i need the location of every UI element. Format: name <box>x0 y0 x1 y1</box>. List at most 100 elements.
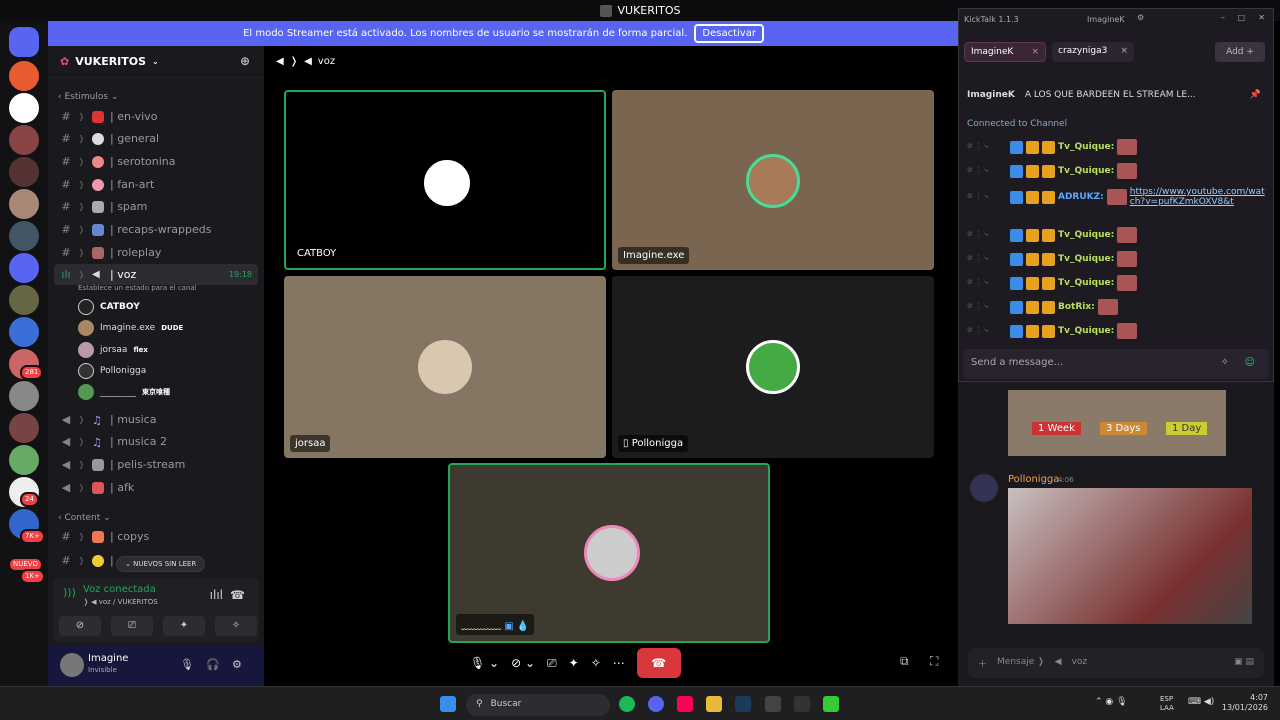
new-unread-button[interactable]: ⌄ NUEVOS SIN LEER <box>116 556 206 572</box>
pin-icon[interactable]: 📌 <box>1250 90 1261 100</box>
add-member-icon[interactable]: ⊕ <box>240 54 250 68</box>
folder-icon[interactable] <box>706 696 722 712</box>
chat-message[interactable]: ⊘ ⋮ ⤷ ADRUKZ: https://www.youtube.com/watc… <box>967 187 1267 207</box>
chat-message[interactable]: ⊘ ⋮ ⤷ Tv_Quique: <box>967 227 1267 243</box>
voice-channel-item[interactable]: ◀ ❭ ♫ | musica <box>54 409 258 430</box>
server-icon[interactable] <box>9 157 39 187</box>
author-avatar[interactable] <box>970 474 998 502</box>
deactivate-button[interactable]: Desactivar <box>694 24 764 43</box>
message-actions-icon[interactable]: ⊘ ⋮ ⤷ <box>967 166 1007 176</box>
windows-start-icon[interactable] <box>440 696 456 712</box>
popout-icon[interactable]: ⧉ <box>900 654 909 669</box>
chat-message[interactable]: ⊘ ⋮ ⤷ Tv_Quique: <box>967 275 1267 291</box>
server-icon[interactable] <box>9 285 39 315</box>
message-actions-icon[interactable]: ⊘ ⋮ ⤷ <box>967 192 1007 202</box>
gear-icon[interactable]: ⚙ <box>1137 13 1144 22</box>
taskbar-search[interactable]: ⚲ Buscar <box>466 694 610 716</box>
close-icon[interactable]: × <box>1031 47 1039 57</box>
chat-message[interactable]: ⊘ ⋮ ⤷ Tv_Quique: <box>967 323 1267 339</box>
message-actions-icon[interactable]: ⊘ ⋮ ⤷ <box>967 254 1007 264</box>
noise-suppression-icon[interactable]: ılıl <box>210 588 223 602</box>
voice-user[interactable]: ﹏﹏﹏﹏ 東京喰種 <box>78 382 170 402</box>
voice-user[interactable]: Pollonigga <box>78 361 146 381</box>
language-indicator[interactable]: ESP LAA <box>1160 695 1174 713</box>
microphone-icon[interactable]: 🎙 <box>180 658 194 671</box>
chat-message[interactable]: ⊘ ⋮ ⤷ BotRix: <box>967 299 1267 315</box>
maximize-icon[interactable]: □ <box>1237 13 1245 22</box>
soundboard-button[interactable]: ✧ <box>215 616 257 636</box>
participant-tile[interactable]: ▯ Pollonigga <box>612 276 934 458</box>
server-icon[interactable] <box>9 221 39 251</box>
plus-icon[interactable]: ＋ <box>978 657 987 670</box>
message-input[interactable]: Send a message... ✧ ☺ <box>963 349 1269 379</box>
close-icon[interactable]: × <box>1120 46 1128 56</box>
soundboard-icon[interactable]: ✧ <box>591 656 601 670</box>
headphones-icon[interactable]: 🎧 <box>206 658 220 671</box>
participant-tile[interactable]: ﹏﹏﹏﹏ ▣ 💧 <box>448 463 770 643</box>
tray-icons[interactable]: ⌃ ◉ 🎙 <box>1095 697 1128 707</box>
more-icon[interactable]: ⋯ <box>613 656 625 670</box>
activities-icon[interactable]: ✦ <box>569 656 579 670</box>
server-icon[interactable] <box>9 445 39 475</box>
category-estimulos[interactable]: ‹ Estimulos ⌄ <box>58 92 118 102</box>
clock[interactable]: 4:07 13/01/2026 <box>1222 693 1268 713</box>
server-icon[interactable] <box>9 61 39 91</box>
tab-crazyniga3[interactable]: crazyniga3 × <box>1052 42 1134 62</box>
voice-user[interactable]: Imagine.exe DUDE <box>78 318 183 338</box>
message-actions-icon[interactable]: ⊘ ⋮ ⤷ <box>967 326 1007 336</box>
network-volume-icon[interactable]: ⌨ ◀) <box>1188 697 1214 707</box>
app-icon[interactable] <box>794 696 810 712</box>
kick-icon[interactable] <box>823 696 839 712</box>
camera-off-button[interactable]: ⊘ <box>59 616 101 636</box>
user-avatar[interactable] <box>60 653 84 677</box>
attached-image[interactable] <box>1008 488 1252 624</box>
channel-item[interactable]: # ❭ | copys <box>54 526 258 547</box>
disconnect-icon[interactable]: ☎ <box>230 588 245 602</box>
ban-options-image[interactable]: 1 Week 3 Days 1 Day <box>1008 390 1226 456</box>
activities-button[interactable]: ✦ <box>163 616 205 636</box>
chat-username[interactable]: Tv_Quique: <box>1058 326 1114 336</box>
tab-imaginek[interactable]: ImagineK × <box>964 42 1046 62</box>
channel-item[interactable]: # ❭ | en-vivo <box>54 106 258 127</box>
chat-username[interactable]: Tv_Quique: <box>1058 142 1114 152</box>
brave-icon[interactable] <box>677 696 693 712</box>
chat-message[interactable]: ⊘ ⋮ ⤷ Tv_Quique: <box>967 139 1267 155</box>
discord-icon[interactable] <box>648 696 664 712</box>
hangup-button[interactable]: ☎ <box>636 648 681 678</box>
server-icon[interactable] <box>9 413 39 443</box>
message-actions-icon[interactable]: ⊘ ⋮ ⤷ <box>967 302 1007 312</box>
voice-user[interactable]: CATBOY <box>78 297 140 317</box>
close-icon[interactable]: ✕ <box>1258 13 1265 22</box>
channel-item[interactable]: # ❭ | roleplay <box>54 242 258 263</box>
channel-item[interactable]: # ❭ | fan-art <box>54 174 258 195</box>
app-icon[interactable] <box>765 696 781 712</box>
channel-item[interactable]: # ❭ | spam <box>54 196 258 217</box>
participant-tile[interactable]: CATBOY <box>284 90 606 270</box>
message-actions-icon[interactable]: ⊘ ⋮ ⤷ <box>967 230 1007 240</box>
gift-icon[interactable]: ▣ ▤ <box>1234 657 1254 669</box>
server-icon[interactable] <box>9 317 39 347</box>
voice-channel-item[interactable]: ◀ ❭ | afk <box>54 477 258 498</box>
chat-link[interactable]: https://www.youtube.com/watch?v=pufKZmkO… <box>1130 187 1267 207</box>
server-header[interactable]: ✿ VUKERITOS ⌄ ⊕ <box>48 46 264 78</box>
voice-channel-item[interactable]: ◀ ❭ | pelis-stream <box>54 454 258 475</box>
category-content[interactable]: ‹ Content ⌄ <box>58 513 111 523</box>
voice-user[interactable]: jorsaa flex <box>78 340 148 360</box>
message-author[interactable]: Pollonigga <box>1008 474 1059 485</box>
channel-item[interactable]: # ❭ | recaps-wrappeds <box>54 219 258 240</box>
microphone-icon[interactable]: 🎙 ⌄ <box>470 656 499 670</box>
voice-channel-item[interactable]: ◀ ❭ ♫ | musica 2 <box>54 431 258 452</box>
emote-icon[interactable]: ✧ <box>1221 357 1229 368</box>
gear-icon[interactable]: ⚙ <box>232 658 242 671</box>
voice-location[interactable]: ❭ ◀ voz / VUKERITOS <box>83 598 158 606</box>
steam-icon[interactable] <box>735 696 751 712</box>
add-tab-button[interactable]: Add + <box>1215 42 1265 62</box>
pinned-message[interactable]: ImagineK A LOS QUE BARDEEN EL STREAM LE..… <box>959 85 1275 105</box>
participant-tile[interactable]: Imagine.exe <box>612 90 934 270</box>
account-name[interactable]: ImagineK <box>1087 15 1125 24</box>
discord-home-icon[interactable] <box>9 27 39 57</box>
voice-channel-voz[interactable]: ılı ❭ ◀ | voz 19:18 <box>54 264 258 285</box>
screen-share-button[interactable]: ⎚ <box>111 616 153 636</box>
fullscreen-icon[interactable]: ⛶ <box>930 654 938 669</box>
chat-username[interactable]: Tv_Quique: <box>1058 254 1114 264</box>
